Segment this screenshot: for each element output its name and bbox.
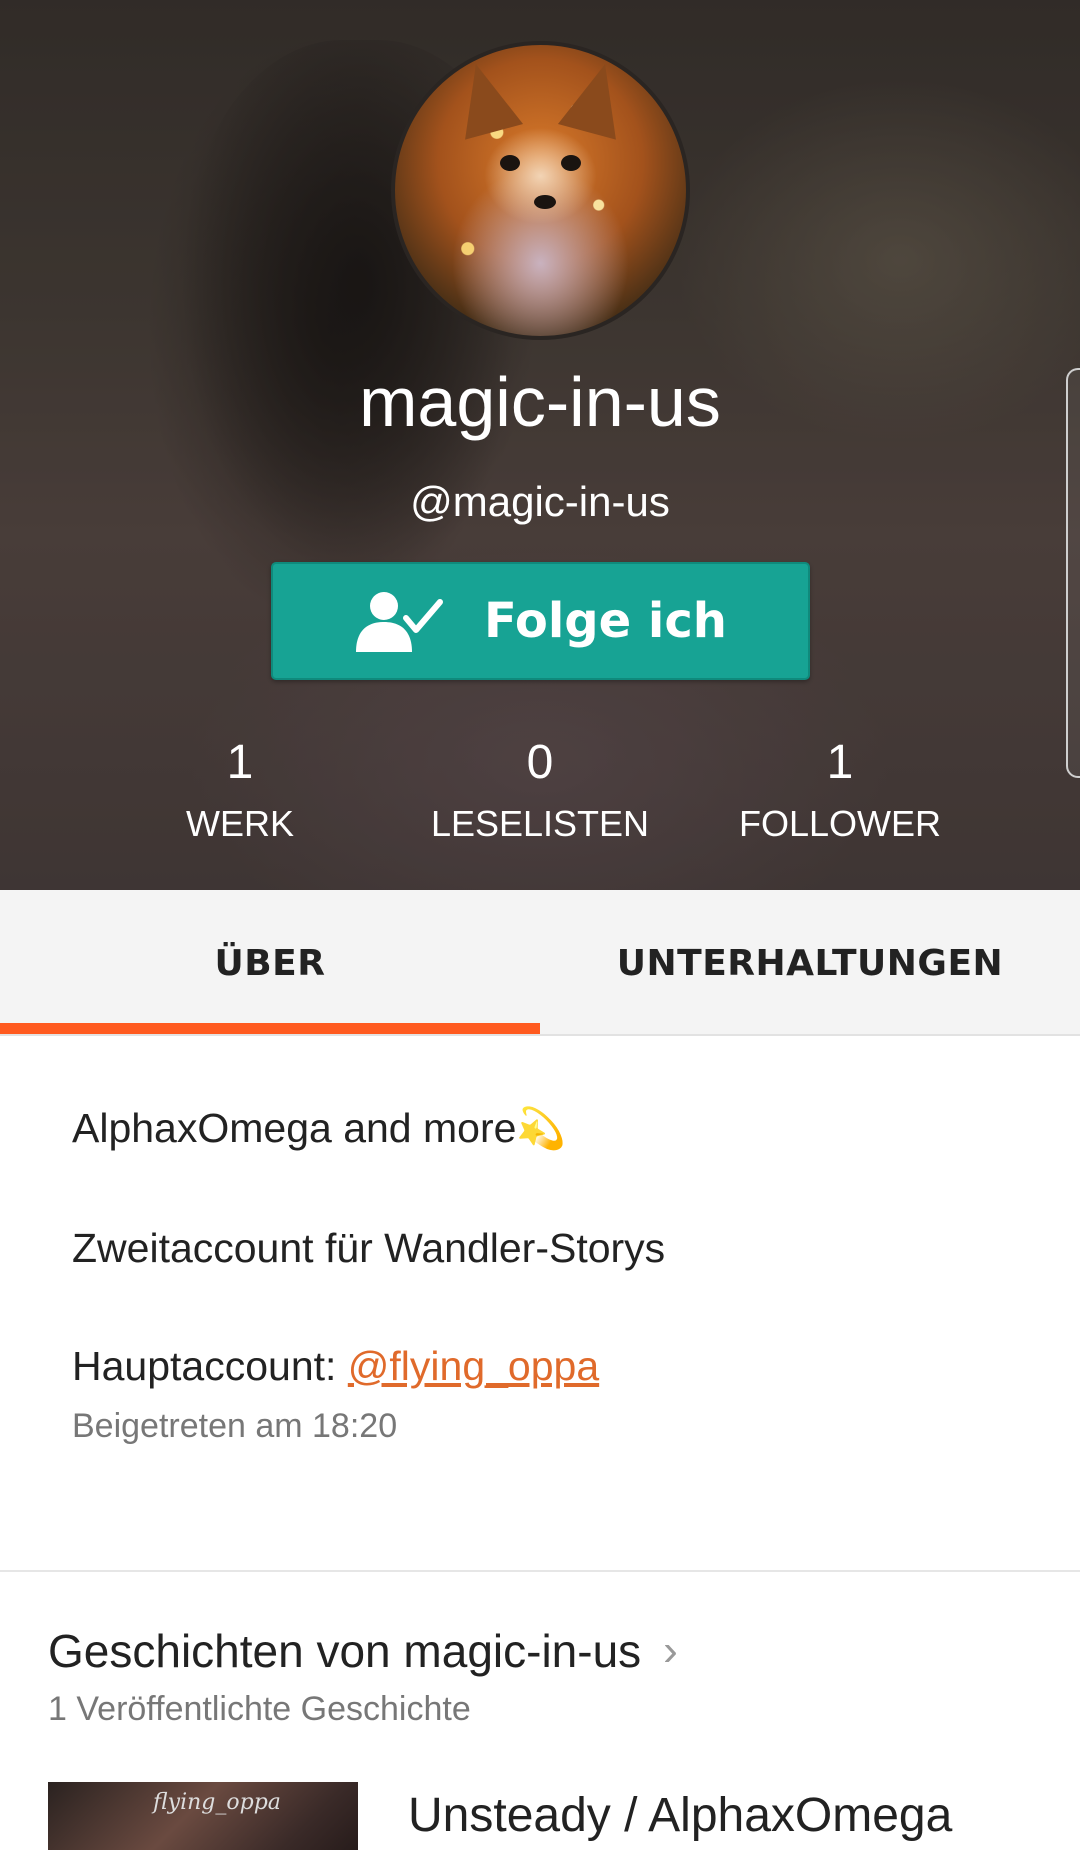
story-cover[interactable]: flying_oppa [48, 1782, 358, 1850]
about-line-1-text: AlphaxOmega and more [72, 1105, 517, 1151]
main-account-link[interactable]: @flying_oppa [348, 1343, 599, 1389]
joined-date: Beigetreten am 18:20 [72, 1407, 398, 1445]
about-line-1: AlphaxOmega and more💫 [72, 1105, 566, 1152]
profile-handle: @magic-in-us [410, 478, 670, 525]
chevron-right-icon: › [663, 1626, 678, 1675]
main-account-label: Hauptaccount: [72, 1343, 348, 1389]
stat-reading-lists[interactable]: 0 LESELISTEN [390, 735, 690, 845]
dizzy-star-icon: 💫 [516, 1107, 567, 1151]
stat-value: 1 [226, 736, 254, 789]
active-tab-indicator [0, 1023, 540, 1034]
avatar[interactable] [391, 41, 690, 340]
stat-value: 0 [526, 736, 554, 789]
stat-followers[interactable]: 1 FOLLOWER [690, 735, 990, 845]
stat-label: LESELISTEN [430, 803, 650, 844]
stories-count: 1 Veröffentlichte Geschichte [48, 1690, 471, 1728]
tab-conversations[interactable]: UNTERHALTUNGEN [540, 890, 1080, 1036]
stat-label: FOLLOWER [738, 803, 942, 844]
stories-title: Geschichten von magic-in-us [48, 1625, 642, 1677]
about-line-3: Hauptaccount: @flying_oppa [72, 1343, 599, 1390]
profile-display-name: magic-in-us [359, 363, 721, 441]
stat-works[interactable]: 1 WERK [90, 735, 390, 845]
follow-button-label: Folge ich [484, 593, 727, 649]
about-line-2: Zweitaccount für Wandler-Storys [72, 1225, 666, 1271]
follow-button[interactable]: Folge ich [271, 562, 810, 680]
cover-watermark: flying_oppa [153, 1790, 281, 1815]
stat-label: WERK [186, 803, 294, 844]
person-check-icon [354, 588, 444, 654]
stories-section-header[interactable]: Geschichten von magic-in-us › [48, 1624, 678, 1678]
edge-panel-handle[interactable] [1066, 368, 1080, 778]
profile-header: magic-in-us @magic-in-us Folge ich 1 WER… [0, 0, 1080, 890]
profile-tabs: ÜBER UNTERHALTUNGEN [0, 890, 1080, 1036]
stat-value: 1 [826, 736, 854, 789]
section-divider [0, 1570, 1080, 1572]
tab-about[interactable]: ÜBER [0, 890, 540, 1036]
story-title[interactable]: Unsteady / AlphaxOmega [408, 1788, 952, 1843]
